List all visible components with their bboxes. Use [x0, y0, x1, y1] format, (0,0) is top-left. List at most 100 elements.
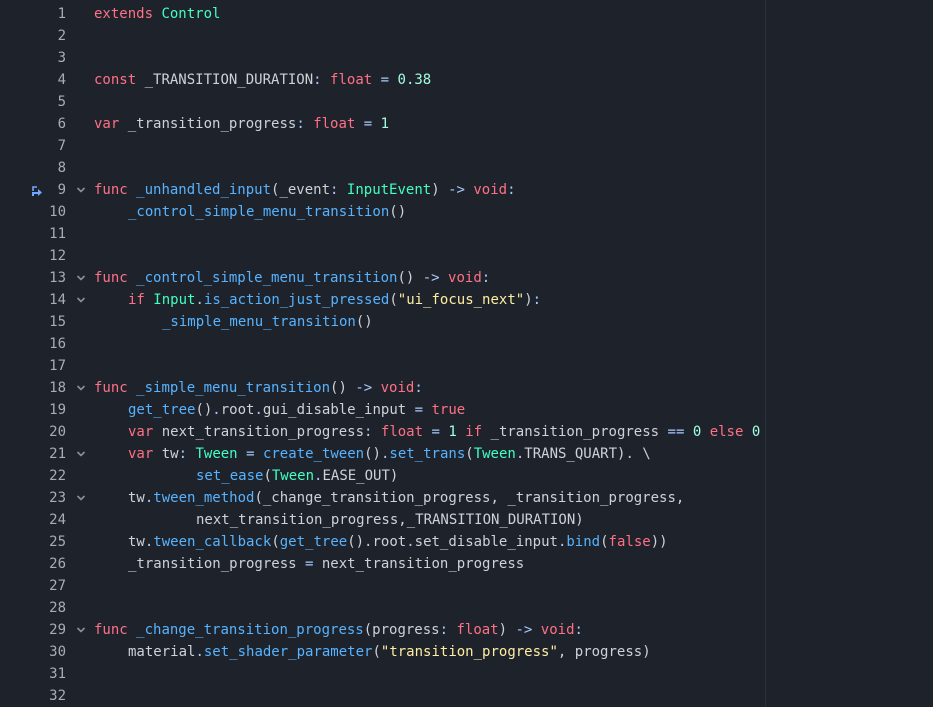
code-line[interactable]: 15 _simple_menu_transition(): [0, 311, 933, 333]
code-line[interactable]: 4 const _TRANSITION_DURATION: float = 0.3…: [0, 69, 933, 91]
code-token: (): [347, 534, 365, 550]
code-token: gui_disable_input: [262, 402, 415, 418]
code-line[interactable]: 19 get_tree().root.gui_disable_input = tr…: [0, 399, 933, 421]
code-line[interactable]: 31: [0, 663, 933, 685]
code-text[interactable]: next_transition_progress,_TRANSITION_DUR…: [196, 509, 584, 531]
code-line[interactable]: 24 next_transition_progress,_TRANSITION_D…: [0, 509, 933, 531]
code-text[interactable]: func _simple_menu_transition() -> void:: [94, 377, 423, 399]
code-token: void: [448, 270, 482, 286]
code-line[interactable]: 25 tw.tween_callback(get_tree().root.set_…: [0, 531, 933, 553]
code-line[interactable]: 14 if Input.is_action_just_pressed("ui_fo…: [0, 289, 933, 311]
code-line[interactable]: 27: [0, 575, 933, 597]
fold-chevron-down-icon[interactable]: [76, 626, 86, 634]
code-token: root: [372, 534, 407, 550]
code-text[interactable]: tw.tween_method(_change_transition_progr…: [128, 487, 684, 509]
code-line[interactable]: 5: [0, 91, 933, 113]
code-line[interactable]: 30 material.set_shader_parameter("transit…: [0, 641, 933, 663]
code-line[interactable]: 12: [0, 245, 933, 267]
code-text[interactable]: material.set_shader_parameter("transitio…: [128, 641, 651, 663]
line-number: 29: [49, 622, 66, 638]
code-line[interactable]: 1 extends Control: [0, 3, 933, 25]
code-token: _transition_progress: [128, 556, 306, 572]
code-token: 1: [448, 424, 457, 440]
fold-chevron-down-icon[interactable]: [76, 186, 86, 194]
fold-chevron-down-icon[interactable]: [76, 494, 86, 502]
code-line[interactable]: 23 tw.tween_method(_change_transition_pro…: [0, 487, 933, 509]
code-token: float: [330, 72, 373, 88]
code-line[interactable]: 26 _transition_progress = next_transition…: [0, 553, 933, 575]
code-line[interactable]: 7: [0, 135, 933, 157]
code-token: =: [246, 446, 255, 462]
code-token: set_shader_parameter: [203, 644, 373, 660]
code-line[interactable]: 21 var tw: Tween = create_tween(). set_tra…: [0, 443, 933, 465]
code-line[interactable]: 29 func _change_transition_progress(progr…: [0, 619, 933, 641]
code-token: :: [178, 446, 188, 462]
code-token: bind: [566, 534, 601, 550]
code-token: func: [94, 622, 128, 638]
code-line[interactable]: 11: [0, 223, 933, 245]
code-token: TRANS_QUART: [524, 446, 617, 462]
code-token: (_change_transition_progress, _transitio…: [254, 490, 685, 506]
line-number: 13: [49, 270, 66, 286]
code-line[interactable]: 28: [0, 597, 933, 619]
code-line[interactable]: 9 func _unhandled_input(_event: InputEven…: [0, 179, 933, 201]
code-text[interactable]: set_ease(Tween.EASE_OUT): [196, 465, 398, 487]
code-token: ): [524, 292, 533, 308]
code-token: (): [355, 314, 373, 330]
code-text[interactable]: _transition_progress = next_transition_p…: [128, 553, 524, 575]
code-text[interactable]: var tw: Tween = create_tween(). set_trans…: [128, 443, 651, 465]
code-line[interactable]: 2: [0, 25, 933, 47]
code-line[interactable]: 3: [0, 47, 933, 69]
code-text[interactable]: extends Control: [94, 3, 220, 25]
code-token: 1: [380, 116, 390, 132]
code-text[interactable]: func _change_transition_progress(progres…: [94, 619, 583, 641]
code-line[interactable]: 20 var next_transition_progress: float = …: [0, 421, 933, 443]
code-token: InputEvent: [346, 182, 432, 198]
code-line[interactable]: 13 func _control_simple_menu_transition()…: [0, 267, 933, 289]
code-text[interactable]: if Input.is_action_just_pressed("ui_focu…: [128, 289, 541, 311]
code-text[interactable]: const _TRANSITION_DURATION: float = 0.38: [94, 69, 431, 91]
code-token: _control_simple_menu_transition: [136, 270, 398, 286]
line-number: 5: [57, 94, 66, 110]
code-line[interactable]: 17: [0, 355, 933, 377]
code-text[interactable]: func _control_simple_menu_transition() -…: [94, 267, 490, 289]
code-text[interactable]: get_tree().root.gui_disable_input = true: [128, 399, 465, 421]
code-token: )): [650, 534, 668, 550]
code-token: :: [532, 292, 542, 308]
code-text[interactable]: func _unhandled_input(_event: InputEvent…: [94, 179, 516, 201]
code-token: (): [330, 380, 356, 396]
code-line[interactable]: 32: [0, 685, 933, 707]
code-token: next_transition_progress,_TRANSITION_DUR…: [196, 512, 584, 528]
code-editor[interactable]: 1 extends Control 2 3 4 const _TRANSITION_DUR…: [0, 0, 933, 707]
fold-chevron-down-icon[interactable]: [76, 450, 86, 458]
fold-chevron-down-icon[interactable]: [76, 274, 86, 282]
code-text[interactable]: tw.tween_callback(get_tree().root.set_di…: [128, 531, 668, 553]
code-token: .: [212, 402, 221, 418]
code-line[interactable]: 16: [0, 333, 933, 355]
code-line[interactable]: 10 _control_simple_menu_transition(): [0, 201, 933, 223]
fold-chevron-down-icon[interactable]: [76, 296, 86, 304]
code-token: ): [431, 182, 449, 198]
code-token: ): [389, 468, 399, 484]
fold-chevron-down-icon[interactable]: [76, 384, 86, 392]
code-text[interactable]: _simple_menu_transition(): [162, 311, 373, 333]
code-token: _transition_progress: [482, 424, 668, 440]
code-token: next_transition_progress: [153, 424, 365, 440]
code-token: (): [364, 446, 381, 462]
override-icon[interactable]: [30, 183, 44, 197]
code-text[interactable]: var next_transition_progress: float = 1 …: [128, 421, 760, 443]
code-text[interactable]: var _transition_progress: float = 1: [94, 113, 389, 135]
code-line[interactable]: 6 var _transition_progress: float = 1: [0, 113, 933, 135]
code-token: (progress: [363, 622, 440, 638]
code-line[interactable]: 18 func _simple_menu_transition() -> void…: [0, 377, 933, 399]
code-text[interactable]: _control_simple_menu_transition(): [128, 201, 406, 223]
code-line[interactable]: 22 set_ease(Tween.EASE_OUT): [0, 465, 933, 487]
code-line[interactable]: 8: [0, 157, 933, 179]
code-token: (): [195, 402, 213, 418]
